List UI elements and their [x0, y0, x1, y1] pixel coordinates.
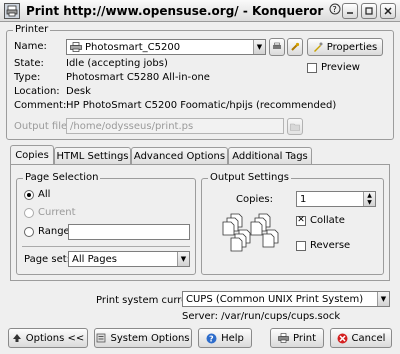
type-value: Photosmart C5280 All-in-one: [66, 72, 210, 83]
output-file-input[interactable]: /home/odysseus/print.ps: [66, 118, 284, 134]
radio-all[interactable]: All: [24, 189, 50, 200]
radio-range-button[interactable]: [24, 226, 34, 237]
print-system-select[interactable]: CUPS (Common UNIX Print System) ▼: [182, 291, 390, 307]
page-selection-label: Page Selection: [23, 172, 101, 183]
state-value: Idle (accepting jobs): [66, 58, 168, 69]
context-help-icon[interactable]: ?: [329, 3, 341, 19]
minimize-button[interactable]: [342, 3, 358, 19]
printer-add-icon: [273, 42, 281, 49]
tab-html-settings-label: HTML Settings: [56, 150, 129, 162]
output-settings-label: Output Settings: [208, 172, 291, 183]
name-label: Name:: [14, 41, 47, 52]
page-selection-separator: [22, 246, 190, 247]
radio-current[interactable]: Current: [24, 207, 76, 218]
print-button[interactable]: Print: [270, 328, 324, 348]
properties-button-label: Properties: [326, 41, 378, 53]
preview-checkbox[interactable]: Preview: [307, 62, 360, 73]
print-button-label: Print: [292, 332, 316, 344]
print-system-value: CUPS (Common UNIX Print System): [186, 293, 364, 305]
server-text: Server: /var/run/cups/cups.sock: [182, 311, 341, 322]
printer-group-label: Printer: [13, 24, 51, 35]
reverse-label: Reverse: [310, 240, 351, 251]
copies-spinbox[interactable]: 1 ▲ ▼: [296, 191, 376, 207]
preview-label: Preview: [321, 62, 360, 73]
system-options-button-label: System Options: [110, 332, 190, 344]
cancel-icon: [337, 333, 348, 343]
properties-icon: [313, 42, 323, 52]
collate-label: Collate: [310, 215, 345, 226]
tab-copies-label: Copies: [15, 149, 49, 161]
title-bar: Print http://www.opensuse.org/ - Konquer…: [0, 0, 400, 22]
add-printer-button[interactable]: [269, 38, 285, 56]
folder-icon: [290, 123, 300, 131]
wrench-icon: [291, 42, 300, 51]
output-file-label: Output file:: [14, 121, 71, 132]
page-set-select[interactable]: All Pages ▼: [68, 251, 190, 267]
preview-check-box[interactable]: [307, 62, 317, 73]
printer-name-select[interactable]: Photosmart_C5200 ▼: [66, 39, 266, 55]
range-input[interactable]: [68, 224, 190, 240]
cancel-button-label: Cancel: [351, 332, 386, 344]
system-options-button[interactable]: System Options: [94, 328, 192, 348]
page-set-value: All Pages: [72, 253, 117, 265]
radio-current-label: Current: [38, 207, 76, 218]
output-file-value: /home/odysseus/print.ps: [70, 120, 194, 132]
options-button-label: Options <<: [25, 332, 85, 344]
svg-text:?: ?: [333, 5, 337, 14]
cancel-button[interactable]: Cancel: [330, 328, 392, 348]
properties-button[interactable]: Properties: [307, 38, 383, 56]
help-button-label: Help: [221, 332, 244, 344]
comment-label: Comment:: [14, 100, 67, 111]
radio-all-button[interactable]: [24, 189, 34, 200]
printer-tools-button[interactable]: [287, 38, 303, 56]
state-label: State:: [14, 58, 44, 69]
tab-copies[interactable]: Copies: [10, 145, 54, 164]
reverse-check-box[interactable]: [296, 240, 306, 251]
settings-icon: [97, 333, 106, 343]
collate-check-box[interactable]: ✕: [296, 215, 306, 226]
tab-additional-tags-label: Additional Tags: [232, 150, 308, 162]
options-button[interactable]: Options <<: [8, 328, 88, 348]
copies-label: Copies:: [236, 194, 273, 205]
location-value: Desk: [66, 86, 91, 97]
browse-file-button[interactable]: [287, 118, 303, 135]
tab-additional-tags[interactable]: Additional Tags: [228, 147, 312, 164]
svg-text:?: ?: [209, 334, 214, 343]
chevron-down-icon: ▼: [253, 40, 265, 54]
collate-checkbox[interactable]: ✕ Collate: [296, 215, 345, 226]
printer-icon: [278, 333, 289, 343]
tab-advanced-options-label: Advanced Options: [133, 150, 226, 162]
arrow-up-icon: [12, 334, 21, 342]
chevron-down-icon: ▼: [177, 252, 189, 266]
radio-current-button[interactable]: [24, 207, 34, 218]
window-title: Print http://www.opensuse.org/ - Konquer…: [26, 3, 324, 18]
radio-range-label: Range: [38, 226, 70, 237]
page-set-label: Page set:: [24, 254, 71, 265]
help-icon: ?: [206, 333, 217, 343]
copies-value: 1: [300, 193, 307, 205]
collate-preview-icon: [217, 212, 279, 259]
close-window-button[interactable]: [380, 3, 396, 19]
printer-app-icon: [4, 2, 20, 19]
printer-name-value: Photosmart_C5200: [85, 41, 181, 53]
tab-html-settings[interactable]: HTML Settings: [54, 147, 131, 164]
radio-all-label: All: [38, 189, 51, 200]
tab-advanced-options[interactable]: Advanced Options: [131, 147, 228, 164]
radio-range[interactable]: Range: [24, 226, 70, 237]
location-label: Location:: [14, 86, 60, 97]
chevron-down-icon: ▼: [377, 292, 389, 306]
help-button[interactable]: ? Help: [198, 328, 252, 348]
reverse-checkbox[interactable]: Reverse: [296, 240, 350, 251]
type-label: Type:: [14, 72, 41, 83]
comment-value: HP PhotoSmart C5200 Foomatic/hpijs (reco…: [66, 100, 337, 111]
printer-icon: [70, 42, 82, 52]
spin-arrows-icon[interactable]: ▲ ▼: [363, 192, 375, 206]
maximize-button[interactable]: [361, 3, 377, 19]
